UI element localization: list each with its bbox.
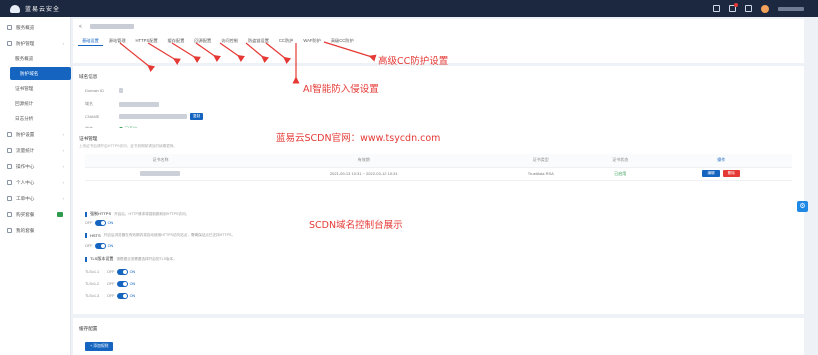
- arrow-line: [265, 42, 292, 65]
- arrow-line: [195, 42, 222, 63]
- annotation-site: 蓝易云SCDN官网：www.tsycdn.com: [276, 133, 441, 144]
- arrow-line: [171, 42, 201, 63]
- annotation-console: SCDN域名控制台展示: [309, 220, 403, 231]
- arrow-line: [323, 41, 377, 62]
- arrow-line: [219, 42, 246, 63]
- annotation-ai: AI智能防入侵设置: [303, 84, 379, 95]
- float-settings-gear-icon[interactable]: ⚙: [797, 201, 808, 212]
- annotation-cc: 高级CC防护设置: [378, 56, 449, 67]
- arrow-line: [245, 42, 270, 64]
- arrow-line: [147, 42, 181, 65]
- arrow-line: [119, 42, 156, 73]
